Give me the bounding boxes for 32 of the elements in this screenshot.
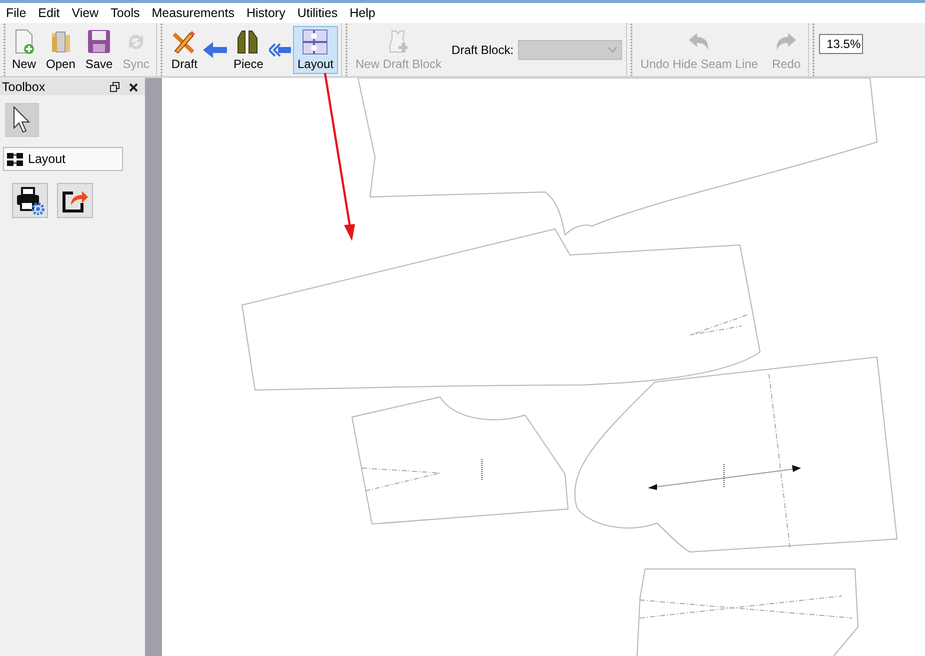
toolbar-button[interactable]: New <box>8 26 40 74</box>
mode-button[interactable]: Piece <box>229 26 268 74</box>
toolbar-button[interactable]: Open <box>42 26 80 74</box>
mode-button[interactable]: Layout <box>293 26 338 74</box>
menu-item[interactable]: Measurements <box>148 6 242 20</box>
print-settings-button[interactable] <box>12 183 48 218</box>
panel-title: Toolbox <box>1 80 46 94</box>
menu-item[interactable]: Edit <box>34 6 67 20</box>
menu-item[interactable]: File <box>2 6 34 20</box>
pencil-ruler-icon <box>171 28 198 54</box>
toolbar-button[interactable]: Save <box>81 26 117 74</box>
zoom-field[interactable]: 13.5% <box>818 34 863 54</box>
float-icon[interactable] <box>110 82 120 92</box>
left-arrow-icon <box>203 42 228 58</box>
printer-gear-icon <box>15 186 45 214</box>
layout-section-button[interactable]: Layout <box>3 147 123 171</box>
mode-button[interactable]: Draft <box>167 26 202 74</box>
close-icon[interactable] <box>129 82 138 92</box>
menu-item[interactable]: History <box>242 6 292 20</box>
cursor-icon <box>12 106 32 134</box>
menu-item[interactable]: Tools <box>106 6 147 20</box>
dart-line <box>690 314 748 336</box>
draft-block-label: Draft Block: <box>452 42 514 56</box>
menu-item[interactable]: Help <box>346 6 382 20</box>
chevron-down-icon <box>608 46 617 52</box>
layout-icon <box>7 152 23 166</box>
menu-item[interactable]: Utilities <box>293 6 345 20</box>
layout-icon <box>302 28 328 54</box>
export-button[interactable] <box>57 183 93 218</box>
double-left-arrow-icon <box>269 42 292 56</box>
menu-item[interactable]: View <box>68 6 106 20</box>
pointer-tool-button[interactable] <box>5 103 39 137</box>
